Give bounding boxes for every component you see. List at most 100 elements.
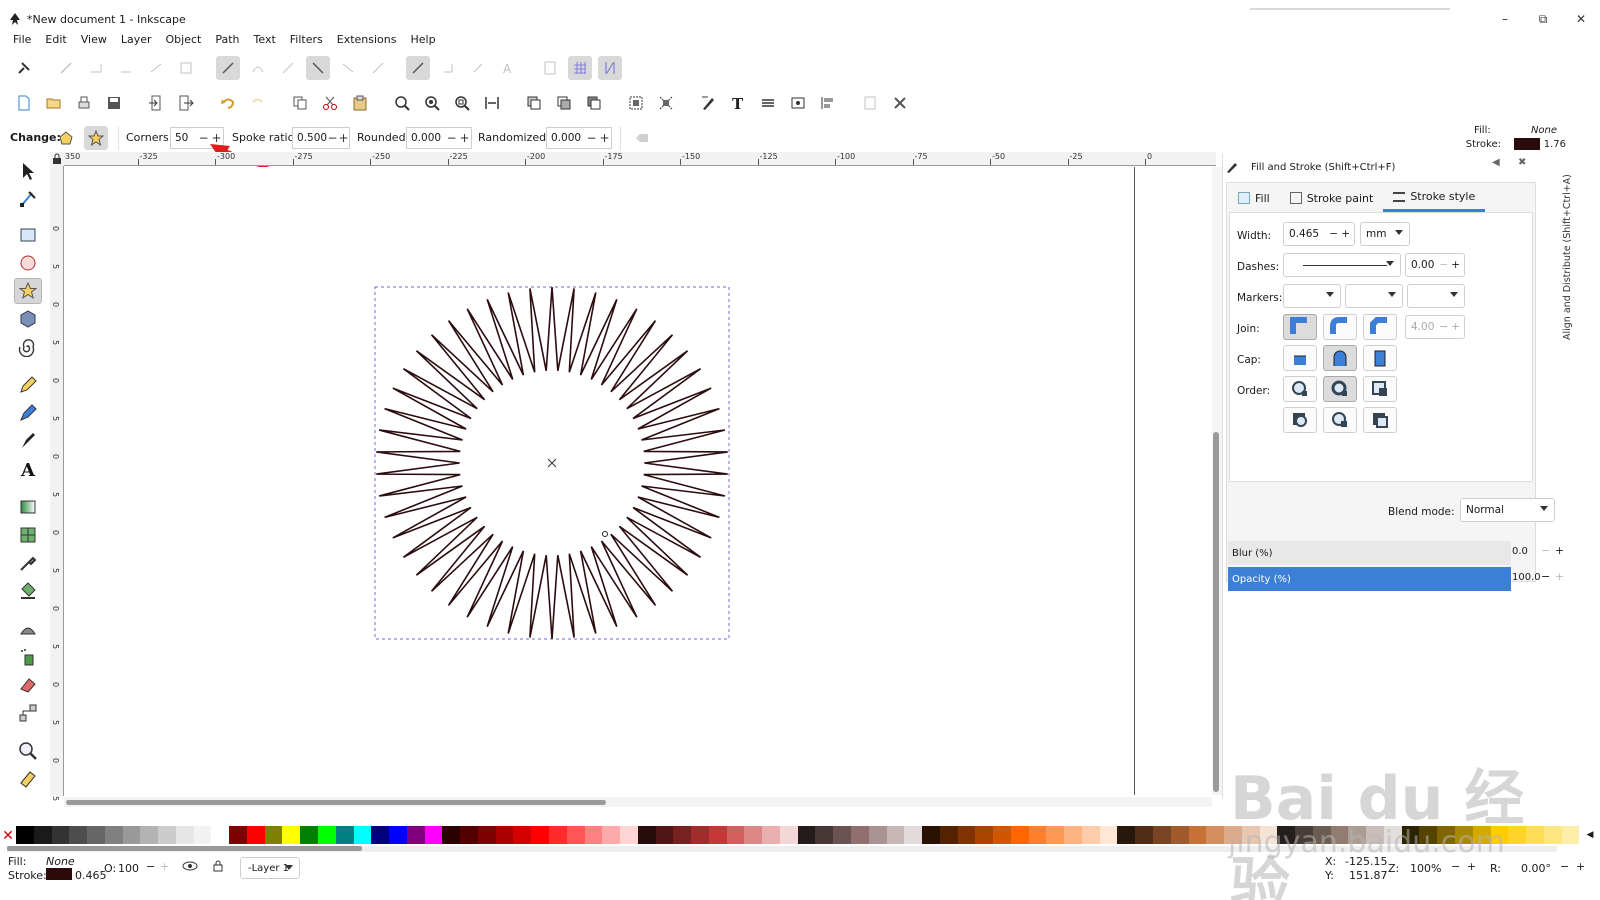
palette-swatch[interactable] bbox=[548, 826, 567, 844]
palette-swatch[interactable] bbox=[566, 826, 585, 844]
palette-swatch[interactable] bbox=[264, 826, 283, 844]
palette-swatch[interactable] bbox=[460, 826, 478, 844]
randomized-spinbox[interactable]: 0.000 − + bbox=[546, 127, 612, 149]
dock-close-icon[interactable]: ✖ bbox=[1518, 157, 1526, 168]
rotate-decrement[interactable]: − bbox=[1560, 860, 1569, 873]
palette-swatch[interactable] bbox=[993, 826, 1011, 844]
snap-bbox-icon[interactable] bbox=[54, 56, 78, 80]
width-unit-select[interactable]: mm bbox=[1360, 222, 1410, 246]
palette-swatch[interactable] bbox=[1472, 826, 1491, 844]
snap-bbox-corners-icon[interactable] bbox=[114, 56, 138, 80]
randomized-value[interactable]: 0.000 bbox=[547, 132, 585, 144]
calligraphy-tool-icon[interactable] bbox=[14, 428, 42, 454]
palette-swatch[interactable] bbox=[1064, 826, 1082, 844]
palette-swatch[interactable] bbox=[1401, 826, 1420, 844]
palette-swatch[interactable] bbox=[406, 826, 425, 844]
menu-file[interactable]: File bbox=[6, 32, 38, 50]
palette-swatch[interactable] bbox=[1508, 826, 1527, 844]
snap-path-intersections-icon[interactable] bbox=[276, 56, 300, 80]
palette-swatch[interactable] bbox=[957, 826, 976, 844]
palette-swatch[interactable] bbox=[1046, 826, 1065, 844]
snap-text-baseline-icon[interactable]: A bbox=[496, 56, 520, 80]
palette-swatch[interactable] bbox=[673, 826, 692, 844]
snap-guides-icon[interactable] bbox=[598, 56, 622, 80]
width-decrement[interactable]: − bbox=[1329, 228, 1338, 240]
randomized-decrement[interactable]: − bbox=[585, 131, 598, 145]
dash-offset-value[interactable]: 0.00 bbox=[1411, 259, 1434, 271]
palette-swatch[interactable] bbox=[904, 826, 923, 844]
snap-grids-icon[interactable] bbox=[568, 56, 592, 80]
start-marker-select[interactable] bbox=[1283, 284, 1341, 308]
palette-swatch[interactable] bbox=[246, 826, 265, 844]
3d-box-tool-icon[interactable] bbox=[14, 306, 42, 332]
palette-swatch[interactable] bbox=[922, 826, 940, 844]
save-icon[interactable] bbox=[102, 91, 126, 115]
palette-swatch[interactable] bbox=[140, 826, 159, 844]
dashes-select[interactable] bbox=[1283, 253, 1401, 277]
palette-swatch[interactable] bbox=[1383, 826, 1402, 844]
snap-paths-icon[interactable] bbox=[246, 56, 270, 80]
order-markers-stroke-fill-icon[interactable] bbox=[1363, 407, 1397, 433]
spoke-ratio-decrement[interactable]: − bbox=[327, 131, 338, 145]
zoom-selection-icon[interactable] bbox=[390, 91, 414, 115]
palette-swatch[interactable] bbox=[371, 826, 390, 844]
order-markers-fill-stroke-icon[interactable] bbox=[1283, 407, 1317, 433]
rounded-value[interactable]: 0.000 bbox=[407, 132, 445, 144]
spiral-tool-icon[interactable] bbox=[14, 334, 42, 360]
opacity-slider[interactable]: Opacity (%) bbox=[1228, 567, 1511, 591]
eraser-tool-icon[interactable] bbox=[14, 672, 42, 698]
palette-swatch[interactable] bbox=[229, 826, 247, 844]
width-value[interactable]: 0.465 bbox=[1289, 228, 1319, 240]
pencil-tool-icon[interactable] bbox=[14, 372, 42, 398]
opacity-increment[interactable]: + bbox=[1555, 570, 1564, 583]
palette-swatch[interactable] bbox=[495, 826, 514, 844]
menu-path[interactable]: Path bbox=[208, 32, 246, 50]
snap-bbox-edges-icon[interactable] bbox=[84, 56, 108, 80]
palette-swatch[interactable] bbox=[1224, 826, 1242, 844]
menu-edit[interactable]: Edit bbox=[38, 32, 73, 50]
star-tool-icon[interactable] bbox=[14, 278, 42, 304]
miter-join-icon[interactable] bbox=[1283, 314, 1317, 340]
palette-swatch[interactable] bbox=[833, 826, 851, 844]
palette-swatch[interactable] bbox=[513, 826, 532, 844]
palette-swatch[interactable] bbox=[1028, 826, 1047, 844]
palette-swatch[interactable] bbox=[122, 826, 141, 844]
bevel-join-icon[interactable] bbox=[1363, 314, 1397, 340]
status-stroke-swatch[interactable] bbox=[46, 868, 72, 880]
snap-bbox-midpoints-icon[interactable] bbox=[144, 56, 168, 80]
snap-toggle-icon[interactable] bbox=[12, 56, 36, 80]
layer-visibility-icon[interactable] bbox=[182, 858, 198, 874]
width-spinbox[interactable]: 0.465 − + bbox=[1283, 222, 1355, 246]
zoom-tool-icon[interactable] bbox=[14, 738, 42, 764]
palette-swatch[interactable] bbox=[424, 826, 443, 844]
blur-slider[interactable]: Blur (%) bbox=[1228, 541, 1511, 565]
palette-swatch[interactable] bbox=[193, 826, 212, 844]
no-paint-swatch[interactable]: ✕ bbox=[0, 826, 16, 846]
close-button[interactable]: ✕ bbox=[1562, 8, 1600, 30]
palette-swatch[interactable] bbox=[69, 826, 88, 844]
fill-value[interactable]: None bbox=[1522, 125, 1566, 136]
undo-icon[interactable] bbox=[216, 91, 240, 115]
import-icon[interactable] bbox=[144, 91, 168, 115]
palette-swatch[interactable] bbox=[744, 826, 763, 844]
zoom-decrement[interactable]: − bbox=[1451, 860, 1460, 873]
zoom-increment[interactable]: + bbox=[1467, 860, 1476, 873]
rotate-increment[interactable]: + bbox=[1576, 860, 1585, 873]
snap-line-midpoints-icon[interactable] bbox=[366, 56, 390, 80]
star-handle[interactable] bbox=[602, 531, 608, 537]
rounded-spinbox[interactable]: 0.000 − + bbox=[406, 127, 472, 149]
palette-swatch[interactable] bbox=[1330, 826, 1349, 844]
layer-lock-icon[interactable] bbox=[210, 858, 226, 874]
maximize-button[interactable]: ⧉ bbox=[1524, 8, 1562, 30]
new-document-icon[interactable] bbox=[12, 91, 36, 115]
vertical-scrollbar-thumb[interactable] bbox=[1213, 432, 1219, 792]
stroke-swatch[interactable] bbox=[1513, 138, 1540, 150]
palette-swatch[interactable] bbox=[389, 826, 407, 844]
palette-swatch[interactable] bbox=[33, 826, 52, 844]
blur-decrement[interactable]: − bbox=[1541, 544, 1550, 557]
status-opacity-value[interactable]: 100 bbox=[118, 862, 139, 875]
palette-swatch[interactable] bbox=[637, 826, 656, 844]
snap-others-icon[interactable] bbox=[406, 56, 430, 80]
tab-fill[interactable]: Fill bbox=[1228, 184, 1280, 212]
document-properties-icon[interactable] bbox=[858, 91, 882, 115]
